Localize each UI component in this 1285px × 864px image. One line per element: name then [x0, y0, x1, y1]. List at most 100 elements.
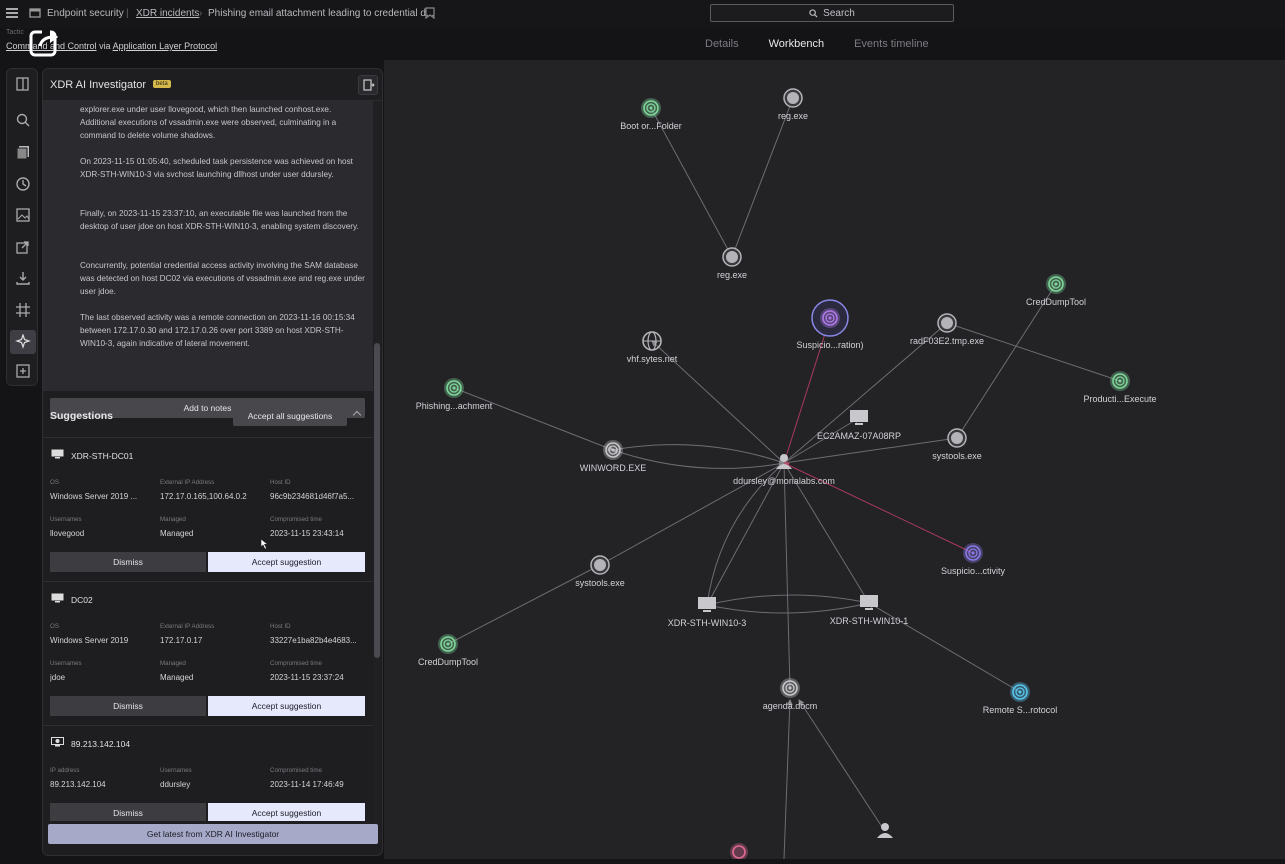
graph-node[interactable]: Suspicio...ctivity — [941, 543, 1006, 576]
fingerprint-icon — [780, 678, 800, 698]
node-label: reg.exe — [717, 270, 747, 280]
graph-node[interactable]: XDR-STH-WIN10-1 — [830, 595, 909, 626]
graph-node[interactable]: Producti...Execute — [1083, 371, 1157, 404]
image-icon[interactable] — [15, 207, 31, 223]
export-icon[interactable] — [15, 239, 31, 255]
graph-node[interactable]: Remote S...rotocol — [983, 682, 1058, 715]
graph-node[interactable]: vhf.sytes.net — [627, 331, 678, 364]
panel-title: XDR AI Investigator — [50, 79, 146, 91]
fingerprint-icon — [963, 543, 983, 563]
node-label: Suspicio...ctivity — [941, 566, 1006, 576]
beta-badge: beta — [153, 80, 171, 88]
search-icon[interactable] — [15, 112, 31, 128]
node-label: systools.exe — [932, 451, 982, 461]
accept-suggestion-button[interactable]: Accept suggestion — [208, 552, 365, 572]
graph-node[interactable]: systools.exe — [575, 555, 625, 588]
get-latest-button[interactable]: Get latest from XDR AI Investigator — [48, 824, 378, 844]
chevron-right-icon: › — [199, 8, 203, 19]
graph-node[interactable] — [730, 843, 748, 861]
card-title: XDR-STH-DC01 — [71, 451, 134, 461]
graph-edge[interactable] — [798, 699, 885, 831]
copy-icon[interactable] — [15, 144, 31, 160]
ai-investigator-panel: XDR AI Investigator beta explorer.exe un… — [42, 68, 383, 856]
graph-canvas[interactable]: Boot or...Folder reg.exe reg.exe CredDumpTo… — [384, 60, 1285, 861]
graph-node[interactable]: radF03E2.tmp.exe — [910, 313, 984, 346]
tab-workbench[interactable]: Workbench — [753, 36, 840, 62]
download-icon[interactable] — [15, 270, 31, 286]
graph-edge[interactable] — [956, 283, 1057, 439]
graph-node[interactable]: reg.exe — [717, 247, 747, 280]
technique-link[interactable]: Application Layer Protocol — [113, 41, 218, 51]
menu-icon[interactable] — [6, 8, 18, 18]
collapse-panel-button[interactable] — [358, 75, 378, 95]
breadcrumb-incidents[interactable]: XDR incidents — [136, 8, 199, 19]
accept-all-suggestions-button[interactable]: Accept all suggestions — [233, 406, 347, 426]
search-icon — [809, 8, 818, 18]
graph-node[interactable]: CredDumpTool — [1026, 274, 1086, 307]
dismiss-button[interactable]: Dismiss — [50, 552, 206, 572]
node-label: systools.exe — [575, 578, 625, 588]
graph-node[interactable]: Phishing...achment — [416, 378, 493, 411]
graph-node[interactable] — [877, 823, 893, 838]
fingerprint-icon — [438, 634, 458, 654]
search-label: Search — [823, 7, 855, 19]
card-title: 89.213.142.104 — [71, 739, 131, 749]
graph-edge[interactable] — [946, 321, 1121, 382]
node-label: agenda.docm — [763, 701, 818, 711]
computer-icon — [51, 593, 64, 603]
share-icon[interactable] — [28, 26, 62, 58]
graph-edge[interactable] — [783, 699, 793, 860]
endpoint-security-icon — [29, 8, 41, 18]
tab-events-timeline[interactable]: Events timeline — [839, 36, 944, 62]
history-icon[interactable] — [15, 176, 31, 192]
graph-node[interactable]: EC2AMAZ-07A08RP — [817, 410, 901, 441]
panel-toggle-icon[interactable] — [15, 76, 31, 92]
host-icon — [850, 410, 868, 425]
node-label: Suspicio...ration) — [796, 340, 863, 350]
fingerprint-icon — [444, 378, 464, 398]
node-label: XDR-STH-WIN10-1 — [830, 616, 909, 626]
node-label: vhf.sytes.net — [627, 354, 678, 364]
node-label: XDR-STH-WIN10-3 — [668, 618, 747, 628]
dismiss-button[interactable]: Dismiss — [50, 696, 206, 716]
summary-paragraph: The last observed activity was a remote … — [80, 313, 355, 348]
graph-edge[interactable] — [453, 387, 614, 451]
ai-sparkle-icon[interactable] — [15, 334, 31, 350]
tab-bar: Details Workbench Events timeline — [690, 36, 944, 62]
node-label: reg.exe — [778, 111, 808, 121]
workbench-graph[interactable]: Boot or...Folder reg.exe reg.exe CredDumpTo… — [384, 60, 1285, 861]
scrollbar-thumb[interactable] — [374, 343, 380, 658]
graph-edge[interactable] — [783, 435, 958, 464]
graph-node[interactable]: systools.exe — [932, 428, 982, 461]
graph-edge[interactable] — [730, 97, 794, 258]
accept-suggestion-button[interactable]: Accept suggestion — [208, 696, 365, 716]
search-input[interactable]: Search — [710, 4, 954, 22]
node-label: Phishing...achment — [416, 401, 493, 411]
panel-scrollbar[interactable] — [373, 101, 381, 841]
graph-edge[interactable] — [781, 462, 791, 689]
graph-node[interactable]: CredDumpTool — [418, 634, 478, 667]
breadcrumb-app[interactable]: Endpoint security — [47, 8, 124, 19]
process-icon — [937, 313, 957, 333]
grid-icon[interactable] — [15, 302, 31, 318]
graph-node[interactable]: Boot or...Folder — [620, 98, 682, 131]
process-icon — [722, 247, 742, 267]
bookmark-icon[interactable] — [425, 7, 435, 19]
graph-node[interactable]: Suspicio...ration) — [796, 299, 864, 350]
node-label: radF03E2.tmp.exe — [910, 336, 984, 346]
graph-edge[interactable] — [612, 444, 785, 465]
graph-node[interactable]: WINWORD.EXE — [580, 440, 647, 473]
graph-edge[interactable] — [447, 564, 601, 645]
summary-paragraph: Concurrently, potential credential acces… — [80, 261, 365, 296]
add-panel-icon[interactable] — [15, 363, 31, 379]
suggestions-heading: Suggestions — [50, 410, 114, 422]
accept-suggestion-button[interactable]: Accept suggestion — [208, 803, 365, 821]
dismiss-button[interactable]: Dismiss — [50, 803, 206, 821]
fingerprint-icon — [1046, 274, 1066, 294]
tab-details[interactable]: Details — [690, 36, 754, 62]
graph-node[interactable]: agenda.docm — [763, 678, 818, 711]
fingerprint-icon — [1110, 371, 1130, 391]
graph-node[interactable]: reg.exe — [778, 88, 808, 121]
graph-node[interactable]: XDR-STH-WIN10-3 — [668, 597, 747, 628]
ip-address-icon — [51, 737, 64, 747]
